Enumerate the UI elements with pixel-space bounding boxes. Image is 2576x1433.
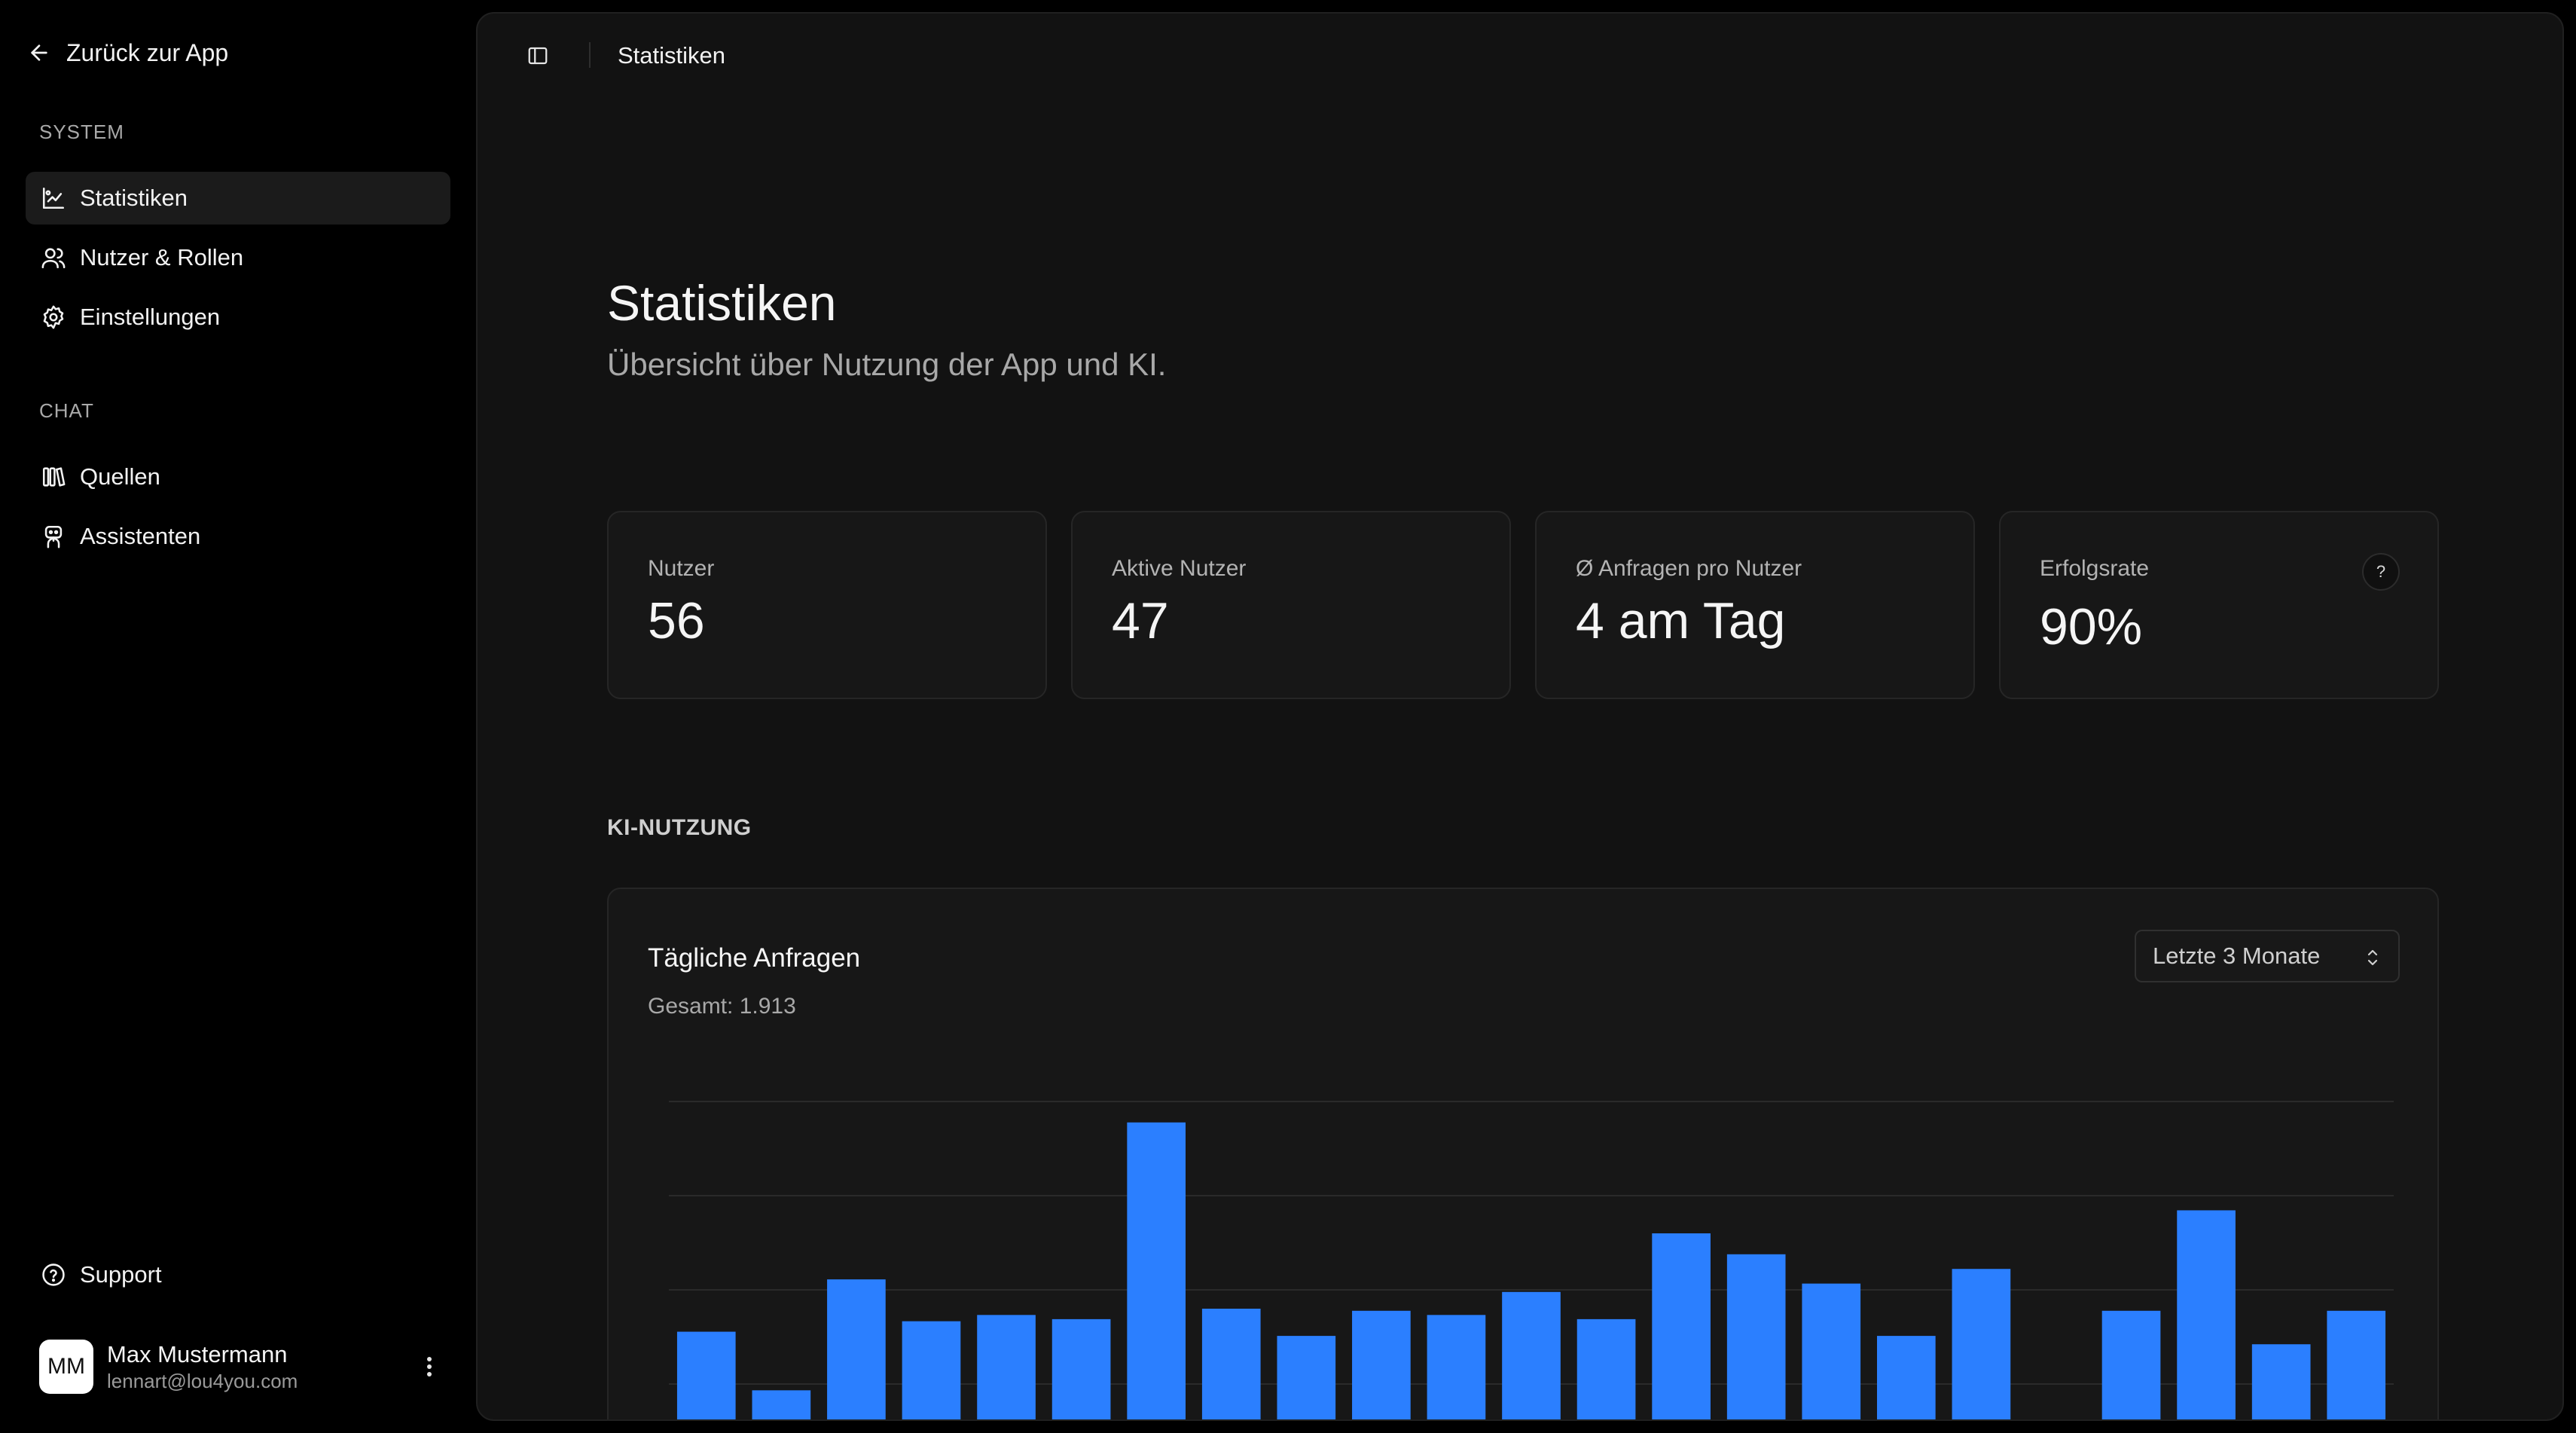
sidebar-item-label: Assistenten	[80, 523, 201, 549]
users-icon	[41, 248, 66, 269]
chart-bar[interactable]	[1952, 1269, 2011, 1421]
stat-label: Nutzer	[648, 556, 715, 581]
back-to-app-label: Zurück zur App	[66, 38, 229, 66]
stat-value: 90%	[2040, 598, 2143, 655]
section-heading-ki-nutzung: KI-NUTZUNG	[607, 815, 752, 840]
chart-bar[interactable]	[1652, 1233, 1711, 1421]
back-to-app-link[interactable]: Zurück zur App	[27, 35, 228, 71]
chart-bar[interactable]	[2327, 1310, 2386, 1421]
daily-requests-chart-card: Tägliche Anfragen Gesamt: 1.913 Letzte 3…	[607, 888, 2439, 1421]
help-circle-icon	[42, 1263, 65, 1286]
topbar: Statistiken	[478, 14, 2562, 95]
sidebar-item-nutzer-rollen[interactable]: Nutzer & Rollen	[26, 231, 450, 284]
sidebar-item-label: Quellen	[80, 463, 160, 490]
chart-bar[interactable]	[902, 1321, 961, 1421]
user-menu-button[interactable]	[413, 1349, 446, 1385]
sidebar-item-label: Einstellungen	[80, 304, 221, 330]
chart-bar[interactable]	[2177, 1210, 2236, 1421]
breadcrumb: Statistiken	[618, 42, 726, 69]
chart-bar[interactable]	[1576, 1318, 1636, 1421]
chart-bar[interactable]	[2101, 1310, 2161, 1421]
sidebar-item-label: Support	[80, 1261, 162, 1288]
sidebar-section-system: SYSTEM	[39, 121, 124, 143]
user-info: Max Mustermann lennart@lou4you.com	[107, 1340, 298, 1393]
chart-bar[interactable]	[1352, 1310, 1411, 1421]
stat-label: Aktive Nutzer	[1112, 556, 1247, 581]
page-subtitle: Übersicht über Nutzung der App und KI.	[607, 347, 1167, 382]
chart-bar[interactable]	[1201, 1309, 1261, 1421]
chart-bar[interactable]	[1726, 1254, 1786, 1421]
panel-left-icon	[528, 47, 548, 65]
page-title: Statistiken	[607, 275, 837, 331]
sidebar-item-label: Statistiken	[80, 185, 188, 211]
sidebar-item-support[interactable]: Support	[26, 1248, 450, 1301]
chart-bar[interactable]	[827, 1279, 886, 1421]
chart-bar[interactable]	[977, 1315, 1036, 1421]
sidebar-item-assistenten[interactable]: Assistenten	[26, 510, 450, 563]
sidebar-toggle-button[interactable]	[523, 41, 553, 71]
bot-icon	[44, 525, 63, 548]
stat-card-erfolgsrate: Erfolgsrate 90% ?	[1999, 511, 2439, 699]
sidebar-item-statistiken[interactable]: Statistiken	[26, 172, 450, 225]
avatar: MM	[39, 1340, 93, 1394]
sidebar-section-chat: CHAT	[39, 399, 94, 422]
sidebar-item-label: Nutzer & Rollen	[80, 244, 244, 270]
chart-bar[interactable]	[1427, 1315, 1486, 1421]
bar-chart	[669, 1101, 2394, 1421]
sidebar: Zurück zur App SYSTEM Statistiken Nutzer…	[0, 0, 475, 1433]
arrow-left-icon	[31, 44, 47, 61]
stat-label: Ø Anfragen pro Nutzer	[1576, 556, 1802, 581]
gear-icon	[43, 305, 64, 329]
library-icon	[42, 467, 66, 487]
chart-bar[interactable]	[2251, 1344, 2311, 1421]
chart-bar[interactable]	[1876, 1336, 1936, 1421]
chart-bar[interactable]	[752, 1390, 811, 1421]
user-email: lennart@lou4you.com	[107, 1370, 298, 1392]
chart-bar[interactable]	[1127, 1122, 1186, 1421]
chart-bar[interactable]	[676, 1331, 736, 1421]
chart-icon	[42, 187, 65, 209]
chart-bar[interactable]	[1802, 1283, 1861, 1421]
topbar-divider	[589, 42, 591, 68]
sidebar-item-einstellungen[interactable]: Einstellungen	[26, 291, 450, 344]
chart-bar[interactable]	[1277, 1336, 1336, 1421]
app-root: Zurück zur App SYSTEM Statistiken Nutzer…	[0, 0, 2576, 1433]
stat-card-nutzer: Nutzer 56	[607, 511, 1047, 699]
user-name: Max Mustermann	[107, 1341, 288, 1367]
stat-card-aktive-nutzer: Aktive Nutzer 47	[1071, 511, 1511, 699]
stat-label: Erfolgsrate	[2040, 556, 2150, 581]
stat-value: 56	[648, 592, 705, 649]
stat-value: 47	[1112, 592, 1169, 649]
chart-bar[interactable]	[1051, 1318, 1111, 1421]
stat-card-anfragen-pro-nutzer: Ø Anfragen pro Nutzer 4 am Tag	[1535, 511, 1975, 699]
stat-value: 4 am Tag	[1576, 592, 1786, 649]
main-panel: Statistiken Statistiken Übersicht über N…	[476, 12, 2564, 1421]
user-profile[interactable]: MM Max Mustermann lennart@lou4you.com	[39, 1338, 446, 1395]
help-button[interactable]: ?	[2362, 553, 2400, 591]
more-vertical-icon	[427, 1357, 432, 1376]
sidebar-item-quellen[interactable]: Quellen	[26, 451, 450, 503]
chart-bar[interactable]	[1502, 1291, 1561, 1421]
